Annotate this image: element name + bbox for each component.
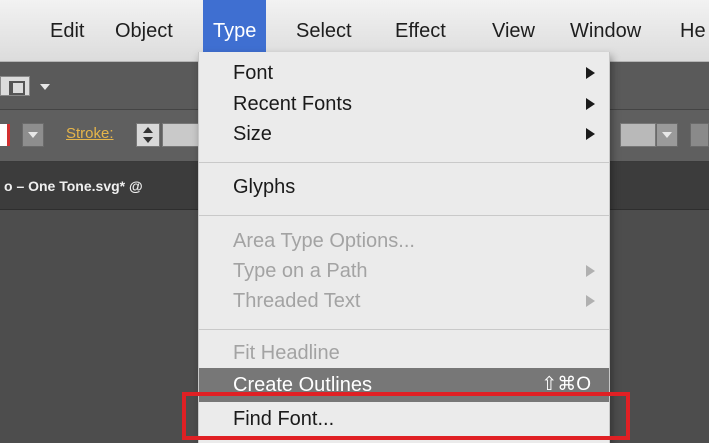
submenu-arrow-icon [586, 265, 595, 277]
menu-object[interactable]: Object [105, 0, 183, 62]
menu-item-label: Size [233, 123, 272, 145]
submenu-arrow-icon [586, 295, 595, 307]
menu-item-label: Font [233, 62, 274, 84]
menu-separator [199, 215, 609, 216]
menu-item-label: Type on a Path [233, 260, 368, 282]
type-menu-dropdown: Font Recent Fonts Size Glyphs Area Type … [198, 52, 610, 443]
menu-help[interactable]: He [670, 0, 709, 62]
menu-item-label: Recent Fonts [233, 93, 352, 115]
workspace-switcher-icon[interactable] [0, 76, 30, 96]
style-dropdown[interactable] [656, 123, 678, 147]
menu-item-label: Threaded Text [233, 290, 361, 312]
submenu-arrow-icon [586, 67, 595, 79]
chevron-down-icon [662, 132, 672, 138]
menu-item-label: Fit Headline [233, 342, 340, 364]
menu-item-recent-fonts[interactable]: Recent Fonts [199, 87, 609, 121]
menu-item-label: Area Type Options... [233, 230, 415, 252]
document-tab[interactable]: o – One Tone.svg* @ [0, 162, 198, 210]
menu-separator [199, 329, 609, 330]
stroke-weight-field[interactable] [162, 123, 202, 147]
menu-separator [199, 162, 609, 163]
menu-item-type-on-a-path[interactable]: Type on a Path [199, 254, 609, 288]
fill-swatch[interactable] [0, 124, 10, 146]
stroke-label[interactable]: Stroke: [66, 125, 114, 142]
menu-item-font[interactable]: Font [199, 56, 609, 90]
fill-dropdown[interactable] [22, 123, 44, 147]
menu-edit[interactable]: Edit [40, 0, 94, 62]
workspace-chevron-down-icon[interactable] [40, 84, 50, 90]
options-button[interactable] [690, 123, 709, 147]
annotation-highlight-box [182, 392, 630, 440]
menu-item-threaded-text[interactable]: Threaded Text [199, 284, 609, 318]
menu-item-label: Glyphs [233, 176, 296, 198]
menu-item-fit-headline[interactable]: Fit Headline [199, 336, 609, 370]
menu-item-size[interactable]: Size [199, 117, 609, 151]
submenu-arrow-icon [586, 98, 595, 110]
submenu-arrow-icon [586, 128, 595, 140]
menu-item-glyphs[interactable]: Glyphs [199, 170, 609, 204]
style-field[interactable] [620, 123, 656, 147]
menu-item-area-type-options[interactable]: Area Type Options... [199, 224, 609, 258]
chevron-down-icon [28, 132, 38, 138]
stroke-weight-stepper[interactable] [136, 123, 160, 147]
